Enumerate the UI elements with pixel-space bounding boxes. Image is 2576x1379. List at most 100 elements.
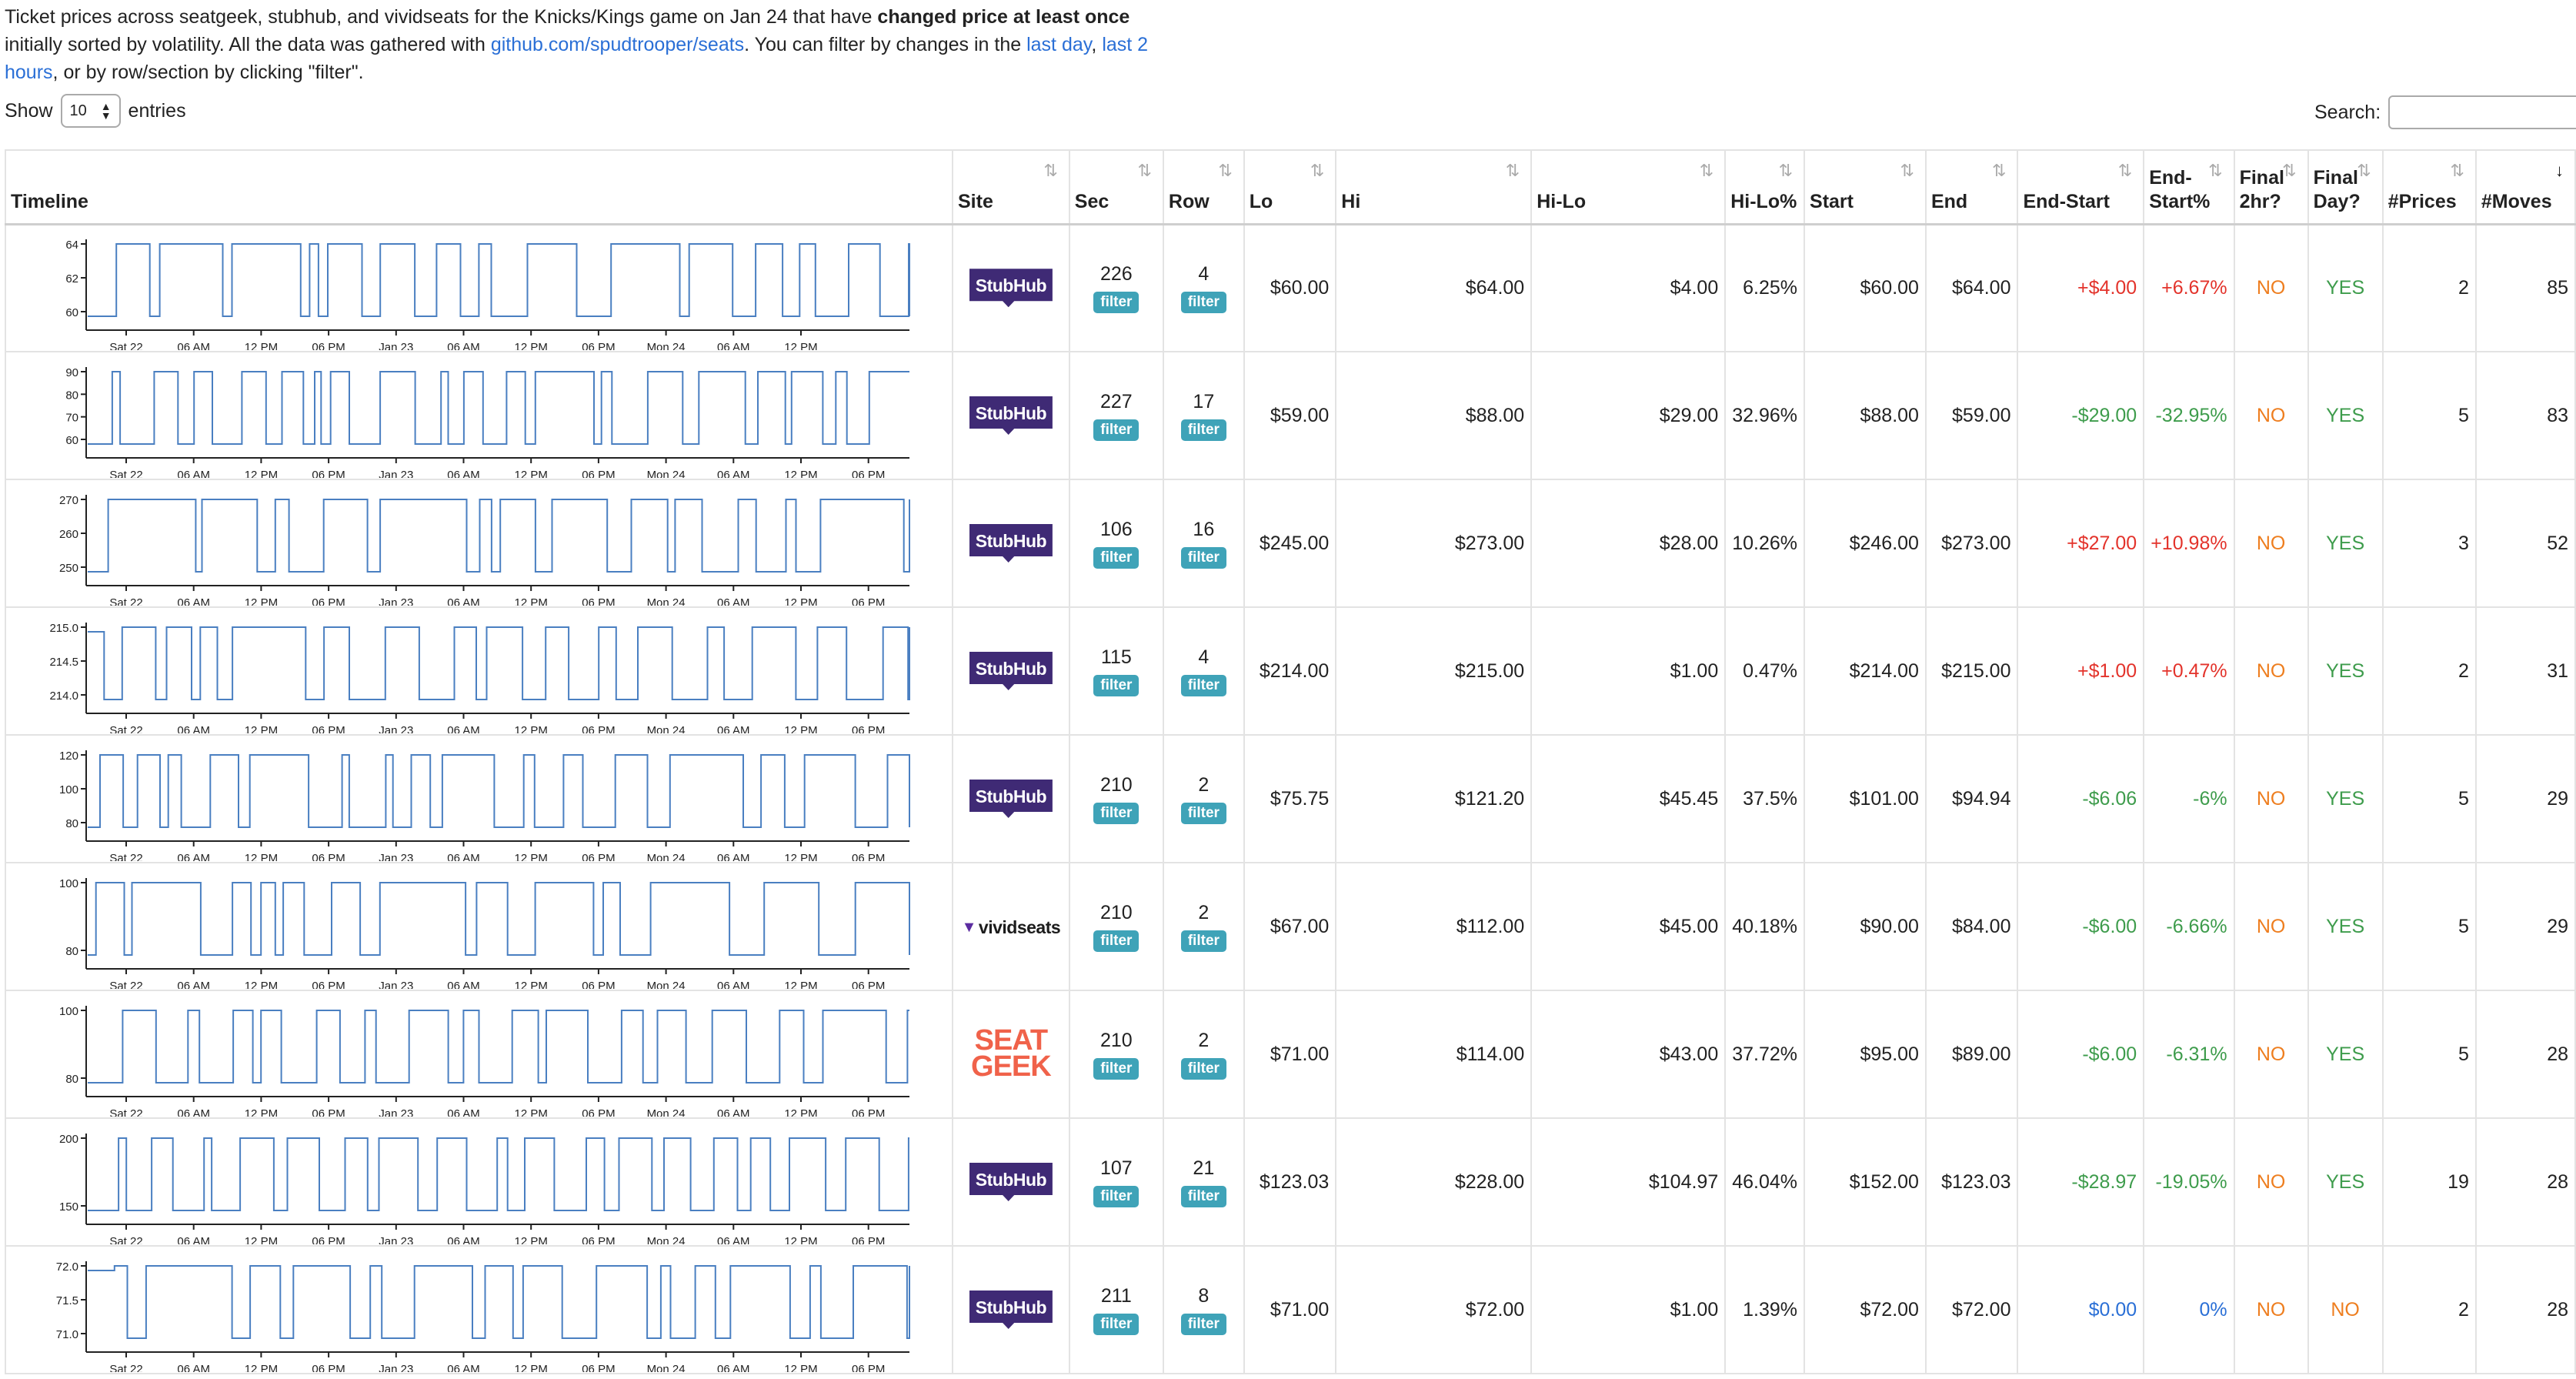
x-tick-label: Jan 23 — [379, 596, 413, 606]
moves-count-cell: 29 — [2474, 734, 2576, 863]
x-tick-label: 06 AM — [447, 469, 480, 478]
last-day-link[interactable]: last day — [1026, 34, 1091, 55]
filter-sec-button[interactable]: filter — [1093, 1185, 1140, 1207]
col-sec[interactable]: Sec ⇅ — [1068, 149, 1164, 225]
x-tick-label: Sat 22 — [109, 596, 142, 606]
x-tick-label: Mon 24 — [647, 724, 686, 733]
x-tick-label: 06 PM — [312, 341, 345, 350]
filter-row-button[interactable]: filter — [1180, 546, 1226, 569]
filter-row-button[interactable]: filter — [1180, 674, 1226, 696]
y-tick-label: 72.0 — [56, 1260, 78, 1274]
moves-count-value: 29 — [2547, 787, 2568, 810]
col-label: Timeline — [11, 190, 88, 212]
search-input[interactable] — [2388, 95, 2576, 129]
start-cell: $95.00 — [1804, 990, 1927, 1119]
lo-value: $245.00 — [1259, 532, 1330, 554]
repo-link[interactable]: github.com/spudtrooper/seats — [491, 34, 744, 55]
filter-row-button[interactable]: filter — [1180, 930, 1226, 952]
end-start-pct-cell: 0% — [2143, 1245, 2235, 1374]
site-cell: StubHub — [952, 1117, 1070, 1247]
filter-sec-button[interactable]: filter — [1093, 930, 1140, 952]
filter-row-button[interactable]: filter — [1180, 291, 1226, 313]
sec-value: 107 — [1099, 1157, 1133, 1179]
col-moves[interactable]: #Moves ↓ — [2474, 149, 2576, 225]
filter-sec-button[interactable]: filter — [1093, 802, 1140, 824]
filter-sec-button[interactable]: filter — [1093, 291, 1140, 313]
col-prices[interactable]: #Prices ⇅ — [2381, 149, 2477, 225]
col-lo[interactable]: Lo ⇅ — [1243, 149, 1337, 225]
x-tick-label: 06 AM — [177, 1107, 210, 1117]
end-value: $123.03 — [1941, 1170, 2011, 1193]
start-cell: $72.00 — [1804, 1245, 1927, 1374]
x-tick-label: Mon 24 — [647, 1363, 686, 1372]
filter-sec-button[interactable]: filter — [1093, 674, 1140, 696]
col-site[interactable]: Site ⇅ — [952, 149, 1070, 225]
filter-row-button[interactable]: filter — [1180, 419, 1226, 441]
end-cell: $64.00 — [1924, 223, 2019, 352]
filter-row-button[interactable]: filter — [1180, 802, 1226, 824]
x-tick-label: 12 PM — [515, 1235, 548, 1244]
start-cell: $90.00 — [1804, 862, 1927, 991]
sec-value: 210 — [1099, 773, 1133, 796]
hi-cell: $121.20 — [1335, 734, 1533, 863]
filter-sec-button[interactable]: filter — [1093, 546, 1140, 569]
x-tick-label: 06 AM — [447, 596, 480, 606]
col-end-start[interactable]: End-Start ⇅ — [2017, 149, 2145, 225]
site-cell: StubHub — [952, 351, 1070, 480]
filter-row-button[interactable]: filter — [1180, 1313, 1226, 1335]
x-tick-label: Sat 22 — [109, 724, 142, 733]
x-tick-label: Sat 22 — [109, 852, 142, 861]
prices-count-cell: 2 — [2381, 223, 2477, 352]
x-tick-label: Jan 23 — [379, 1235, 413, 1244]
col-hi-lo-pct[interactable]: Hi-Lo% ⇅ — [1724, 149, 1806, 225]
moves-count-cell: 83 — [2474, 351, 2576, 480]
col-end-start-pct[interactable]: End-Start% ⇅ — [2143, 149, 2235, 225]
col-hi[interactable]: Hi ⇅ — [1335, 149, 1533, 225]
entries-select[interactable]: 10 ▲ ▼ — [60, 94, 121, 128]
x-tick-label: Mon 24 — [647, 980, 686, 989]
filter-row-button[interactable]: filter — [1180, 1185, 1226, 1207]
filter-sec-button[interactable]: filter — [1093, 1313, 1140, 1335]
x-tick-label: 06 AM — [447, 1363, 480, 1372]
table-row: 64 62 60 Sat 22 06 AM 12 PM 06 PM Jan 23 06 AM 12… — [5, 223, 2576, 352]
end-start-pct-cell: +6.67% — [2143, 223, 2235, 352]
entries-value: 10 — [69, 102, 87, 119]
final-day-value: YES — [2326, 532, 2365, 554]
end-cell: $94.94 — [1924, 734, 2019, 863]
x-tick-label: 06 PM — [312, 852, 345, 861]
col-final-day[interactable]: Final Day? ⇅ — [2307, 149, 2384, 225]
hi-cell: $72.00 — [1335, 1245, 1533, 1374]
x-tick-label: 06 PM — [312, 1235, 345, 1244]
end-start-value: -$28.97 — [2071, 1170, 2137, 1193]
prices-count-cell: 2 — [2381, 606, 2477, 736]
prices-count-value: 19 — [2448, 1170, 2469, 1193]
x-tick-label: Sat 22 — [109, 469, 142, 478]
site-cell: StubHub — [952, 606, 1070, 736]
col-final-2hr[interactable]: Final 2hr? ⇅ — [2233, 149, 2309, 225]
moves-count-value: 52 — [2547, 532, 2568, 554]
moves-count-value: 28 — [2547, 1170, 2568, 1193]
col-hi-lo[interactable]: Hi-Lo ⇅ — [1530, 149, 1727, 225]
col-end[interactable]: End ⇅ — [1924, 149, 2019, 225]
timeline-cell: 100 80 Sat 22 06 AM 12 PM 06 PM Jan 23 06 AM 12 … — [5, 862, 953, 991]
filter-row-button[interactable]: filter — [1180, 1057, 1226, 1080]
final-2hr-cell: NO — [2233, 862, 2309, 991]
prices-count-value: 5 — [2458, 787, 2469, 810]
end-start-pct-cell: +10.98% — [2143, 479, 2235, 608]
timeline-chart: 100 80 Sat 22 06 AM 12 PM 06 PM Jan 23 06 AM 12 … — [59, 1005, 909, 1117]
end-start-pct-value: -6.66% — [2166, 915, 2227, 937]
col-timeline[interactable]: Timeline — [5, 149, 953, 225]
filter-sec-button[interactable]: filter — [1093, 1057, 1140, 1080]
prices-count-cell: 2 — [2381, 1245, 2477, 1374]
hi-lo-value: $45.45 — [1659, 787, 1719, 810]
row-value: 17 — [1193, 390, 1215, 412]
x-tick-label: Mon 24 — [647, 469, 686, 478]
hi-lo-pct-value: 1.39% — [1743, 1298, 1798, 1321]
sec-value: 210 — [1099, 1029, 1133, 1051]
filter-sec-button[interactable]: filter — [1093, 419, 1140, 441]
col-start[interactable]: Start ⇅ — [1804, 149, 1927, 225]
start-value: $95.00 — [1860, 1043, 1919, 1065]
timeline-chart: 215.0 214.5 214.0 Sat 22 06 AM 12 PM 06 PM Jan … — [49, 622, 910, 733]
col-row[interactable]: Row ⇅ — [1162, 149, 1245, 225]
timeline-chart: 90 80 70 60 Sat 22 06 AM 12 PM 06 PM Jan 23 06 AM… — [65, 366, 909, 478]
